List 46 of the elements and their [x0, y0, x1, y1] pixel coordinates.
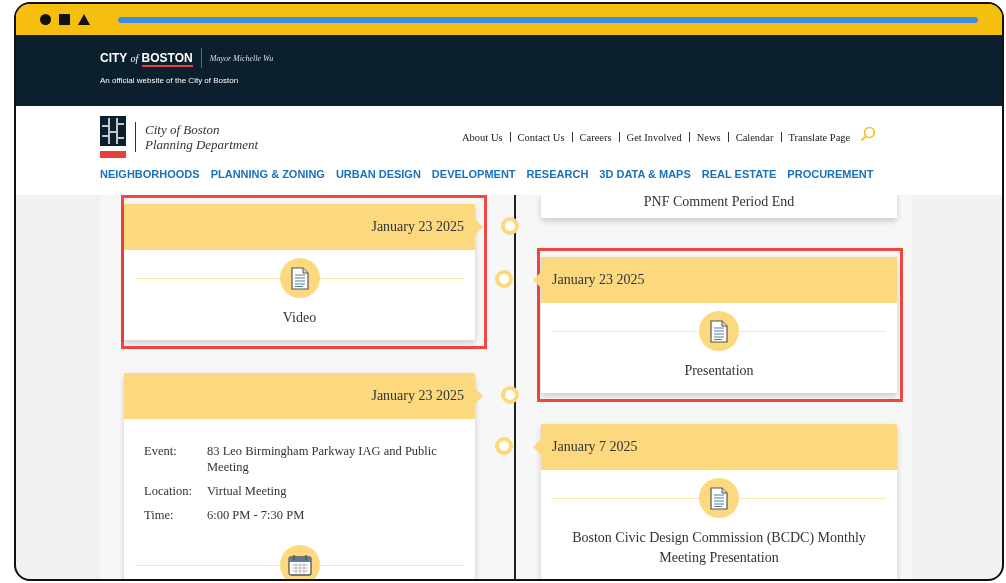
menu-item[interactable]: RESEARCH: [526, 168, 589, 180]
mayor-name: Mayor Michelle Wu: [208, 53, 274, 63]
building-logo-icon[interactable]: [100, 116, 126, 158]
event-title[interactable]: Presentation: [552, 361, 886, 381]
nav-link[interactable]: About Us: [462, 131, 503, 143]
event-title[interactable]: Boston Civic Design Commission (BCDC) Monthly Meeting Presentation: [552, 528, 886, 568]
menu-item[interactable]: PLANNING & ZONING: [210, 168, 325, 180]
timeline-dot-icon: [495, 437, 513, 455]
menu-item[interactable]: URBAN DESIGN: [335, 168, 421, 180]
timeline-dot-icon: [501, 386, 519, 404]
nav-link[interactable]: Translate Page: [788, 131, 851, 143]
square-icon: [59, 14, 70, 25]
nav-link[interactable]: Careers: [579, 131, 612, 143]
triangle-icon: [78, 14, 90, 25]
logo-text[interactable]: City of Boston: [145, 122, 258, 137]
city-wordmark[interactable]: CITY of BOSTON: [100, 48, 202, 68]
tagline: An official website of the City of Boston: [100, 76, 240, 85]
event-date: January 23 2025: [371, 219, 464, 235]
timeline-dot-icon: [495, 270, 513, 288]
document-icon: [710, 319, 728, 343]
calendar-icon: [287, 554, 312, 576]
event-date: January 23 2025: [552, 272, 645, 288]
document-icon: [290, 266, 309, 290]
detail-value: 83 Leo Birmingham Parkway IAG and Public Meeting: [207, 443, 438, 475]
menu-item[interactable]: REAL ESTATE: [701, 168, 777, 180]
menu-item[interactable]: NEIGHBORHOODS: [100, 168, 200, 180]
detail-label: Event:: [144, 443, 178, 460]
menu-item[interactable]: PROCUREMENT: [787, 168, 874, 180]
document-icon: [710, 486, 728, 510]
nav-link[interactable]: Get Involved: [626, 131, 682, 143]
event-date: January 7 2025: [552, 439, 638, 455]
nav-link[interactable]: Contact Us: [517, 131, 565, 143]
timeline-dot-icon: [501, 217, 519, 235]
event-title[interactable]: PNF Comment Period End: [552, 195, 886, 212]
detail-value: Virtual Meeting: [207, 483, 288, 499]
nav-link[interactable]: News: [696, 131, 721, 143]
menu-item[interactable]: DEVELOPMENT: [431, 168, 516, 180]
menu-item[interactable]: 3D DATA & MAPS: [599, 168, 691, 180]
detail-label: Location:: [144, 483, 193, 499]
logo-text[interactable]: Planning Department: [145, 137, 258, 152]
circle-icon: [40, 14, 51, 25]
detail-label: Time:: [144, 507, 175, 523]
event-title[interactable]: Video: [135, 308, 464, 328]
nav-link[interactable]: Calendar: [735, 131, 774, 143]
detail-value: 6:00 PM - 7:30 PM: [207, 507, 306, 523]
event-date: January 23 2025: [371, 388, 464, 404]
